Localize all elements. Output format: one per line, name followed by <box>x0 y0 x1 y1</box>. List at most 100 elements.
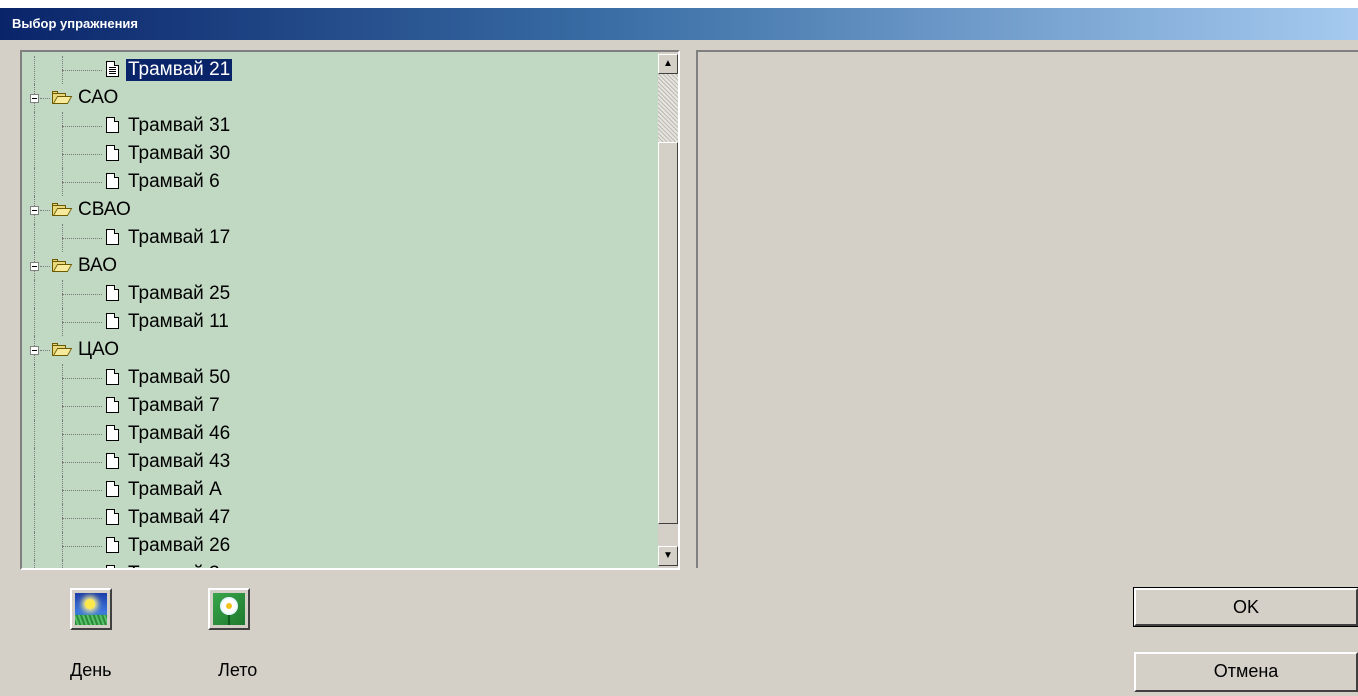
tree-item[interactable]: Трамвай 7 <box>22 392 658 420</box>
tree-guide-line <box>34 56 35 84</box>
document-icon <box>106 369 119 385</box>
tree-guide-line <box>40 266 50 267</box>
tree-item[interactable]: Трамвай 50 <box>22 364 658 392</box>
tree-folder-label: САО <box>78 87 119 108</box>
tree-folder[interactable]: ЦАО <box>22 336 658 364</box>
tree-guide-line <box>34 448 35 476</box>
tree-guide-line <box>34 392 35 420</box>
tree-item-label: Трамвай 26 <box>128 535 231 556</box>
tree-guide-line <box>40 98 50 99</box>
ok-button[interactable]: OK <box>1133 587 1358 627</box>
scroll-track[interactable] <box>658 74 678 142</box>
tree-item-label: Трамвай 50 <box>128 367 231 388</box>
text-document-icon <box>106 61 119 77</box>
tree-scrollbar[interactable]: ▲ ▼ <box>658 52 678 568</box>
day-option-label: День <box>70 660 112 680</box>
day-option-button[interactable] <box>70 588 112 630</box>
cancel-button[interactable]: Отмена <box>1134 652 1358 692</box>
tree-folder-label: СВАО <box>78 199 131 220</box>
tree-guide-line <box>62 560 63 568</box>
tree-item[interactable]: Трамвай 46 <box>22 420 658 448</box>
flower-icon <box>213 593 245 625</box>
tree-item[interactable]: Трамвай 17 <box>22 224 658 252</box>
tree-guide-line <box>62 238 102 239</box>
tree-item-label: Трамвай 30 <box>128 143 231 164</box>
document-icon <box>106 565 119 568</box>
tree-guide-line <box>62 546 102 547</box>
tree-item-label: Трамвай 11 <box>128 311 229 332</box>
tree-guide-line <box>34 308 35 336</box>
tree-item-label: Трамвай 17 <box>128 227 231 248</box>
document-icon <box>106 285 119 301</box>
tree-guide-line <box>62 154 102 155</box>
collapse-toggle-icon[interactable] <box>30 206 39 215</box>
document-icon <box>106 453 119 469</box>
tree-guide-line <box>34 504 35 532</box>
tree-item[interactable]: Трамвай 30 <box>22 140 658 168</box>
tree-guide-line <box>62 434 102 435</box>
tree-guide-line <box>62 518 102 519</box>
tree-guide-line <box>34 532 35 560</box>
collapse-toggle-icon[interactable] <box>30 346 39 355</box>
tree-folder[interactable]: САО <box>22 84 658 112</box>
open-folder-icon <box>52 203 73 216</box>
tree-item-label: Трамвай 3 <box>126 563 222 568</box>
tree-guide-line <box>62 378 102 379</box>
tree-item-label: Трамвай 6 <box>128 171 220 192</box>
tree-guide-line <box>62 322 102 323</box>
tree-items: Трамвай 21 САО Трамвай 31 Трамвай 30 Трамвай… <box>22 56 658 568</box>
tree-item-label: Трамвай 47 <box>128 507 231 528</box>
collapse-toggle-icon[interactable] <box>30 94 39 103</box>
document-icon <box>106 537 119 553</box>
collapse-toggle-icon[interactable] <box>30 262 39 271</box>
open-folder-icon <box>52 91 73 104</box>
tree-item[interactable]: Трамвай 21 <box>22 56 658 84</box>
tree-item[interactable]: Трамвай 11 <box>22 308 658 336</box>
tree-item[interactable]: Трамвай 3 <box>22 560 658 568</box>
tree-item[interactable]: Трамвай 43 <box>22 448 658 476</box>
tree-guide-line <box>62 70 102 71</box>
tree-guide-line <box>34 168 35 196</box>
tree-folder-label: ЦАО <box>78 339 120 360</box>
tree-folder-label: ВАО <box>78 255 118 276</box>
tree-guide-line <box>34 476 35 504</box>
document-icon <box>106 173 119 189</box>
tree-guide-line <box>34 224 35 252</box>
tree-item[interactable]: Трамвай А <box>22 476 658 504</box>
tree-item-label: Трамвай 21 <box>126 59 233 81</box>
open-folder-icon <box>52 343 73 356</box>
scroll-thumb[interactable] <box>658 142 678 524</box>
tree-guide-line <box>62 294 102 295</box>
tree-item[interactable]: Трамвай 31 <box>22 112 658 140</box>
tree-guide-line <box>34 420 35 448</box>
document-icon <box>106 481 119 497</box>
tree-item-label: Трамвай 7 <box>128 395 220 416</box>
tree-viewport: Трамвай 21 САО Трамвай 31 Трамвай 30 Трамвай… <box>22 52 658 568</box>
tree-guide-line <box>40 210 50 211</box>
document-icon <box>106 425 119 441</box>
tree-folder[interactable]: ВАО <box>22 252 658 280</box>
exercise-tree[interactable]: Трамвай 21 САО Трамвай 31 Трамвай 30 Трамвай… <box>20 50 680 570</box>
document-icon <box>106 313 119 329</box>
preview-panel <box>696 50 1358 568</box>
tree-folder[interactable]: СВАО <box>22 196 658 224</box>
tree-item[interactable]: Трамвай 25 <box>22 280 658 308</box>
scroll-up-arrow-icon[interactable]: ▲ <box>658 54 678 74</box>
tree-guide-line <box>34 364 35 392</box>
document-icon <box>106 145 119 161</box>
tree-guide-line <box>62 462 102 463</box>
tree-guide-line <box>34 112 35 140</box>
tree-item-label: Трамвай 43 <box>128 451 231 472</box>
tree-guide-line <box>34 280 35 308</box>
scroll-down-arrow-icon[interactable]: ▼ <box>658 546 678 566</box>
tree-guide-line <box>34 140 35 168</box>
window-title: Выбор упражнения <box>12 16 138 31</box>
tree-item[interactable]: Трамвай 26 <box>22 532 658 560</box>
tree-item[interactable]: Трамвай 47 <box>22 504 658 532</box>
tree-guide-line <box>34 560 35 568</box>
tree-item[interactable]: Трамвай 6 <box>22 168 658 196</box>
tree-guide-line <box>62 406 102 407</box>
summer-option-button[interactable] <box>208 588 250 630</box>
tree-item-label: Трамвай 46 <box>128 423 231 444</box>
sun-icon <box>75 593 107 625</box>
